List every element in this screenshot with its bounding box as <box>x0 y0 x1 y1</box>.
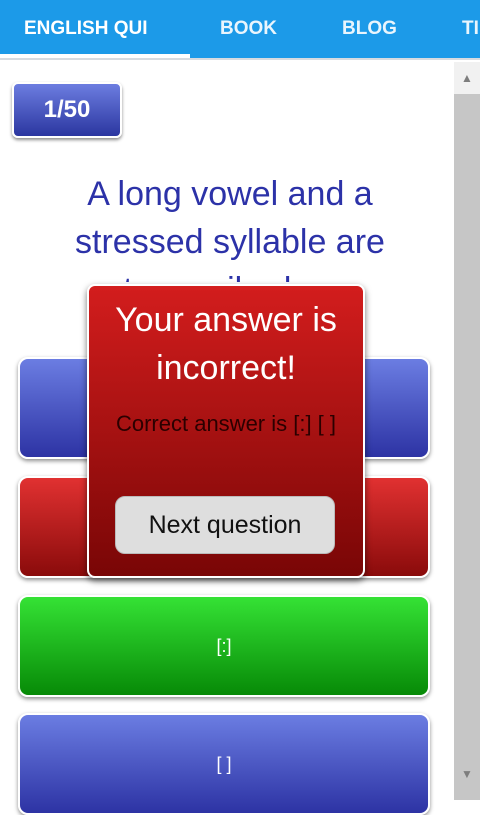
scrollbar[interactable]: ▲ ▼ <box>454 62 480 800</box>
scroll-up-icon[interactable]: ▲ <box>454 66 480 90</box>
popup-title: Your answer is incorrect! <box>115 301 337 387</box>
next-question-button[interactable]: Next question <box>115 496 335 554</box>
answer-button-3[interactable]: [:] <box>18 595 430 697</box>
nav-divider <box>0 58 480 60</box>
question-counter: 1/50 <box>12 82 122 138</box>
question-text: A long vowel and a stressed syllable are… <box>20 170 440 282</box>
tab-book[interactable]: BOOK <box>220 0 277 58</box>
correct-answer-message: Correct answer is [:] [ ] <box>115 411 337 436</box>
result-popup: Your answer is incorrect! Correct answer… <box>87 284 365 578</box>
scroll-thumb[interactable] <box>454 94 480 800</box>
tab-blog[interactable]: BLOG <box>342 0 397 58</box>
scroll-down-icon[interactable]: ▼ <box>454 762 480 786</box>
question-line: transcribed as <box>20 266 440 282</box>
question-line: stressed syllable are <box>75 223 385 261</box>
question-line: A long vowel and a <box>87 175 373 213</box>
tab-more[interactable]: TI <box>462 0 479 58</box>
top-nav: ENGLISH QUI BOOK BLOG TI <box>0 0 480 58</box>
tab-english-quiz[interactable]: ENGLISH QUI <box>24 0 148 58</box>
